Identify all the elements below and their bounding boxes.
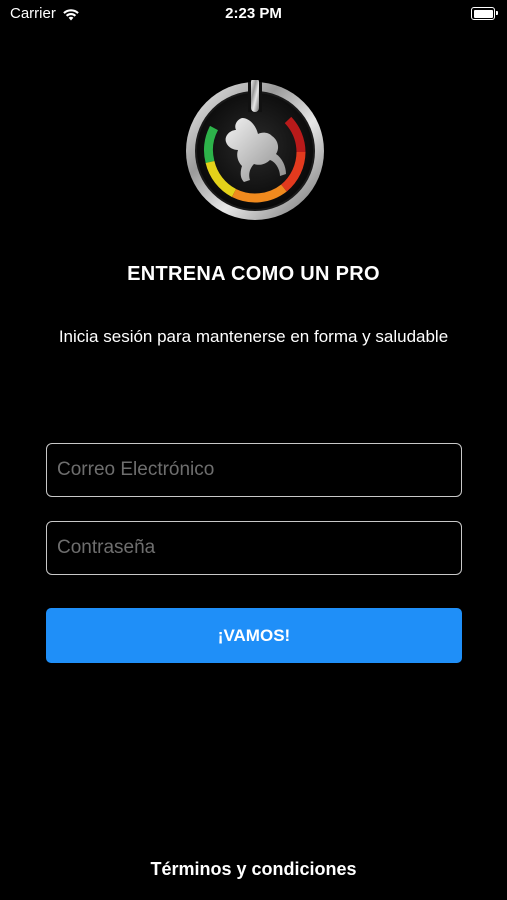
app-logo (186, 80, 324, 220)
status-time: 2:23 PM (225, 5, 282, 22)
battery-icon (471, 7, 498, 20)
ring-green (204, 125, 219, 164)
terms-link[interactable]: Términos y condiciones (0, 859, 507, 880)
email-field[interactable] (46, 443, 462, 497)
status-bar: Carrier 2:23 PM (0, 0, 507, 30)
password-field[interactable] (46, 521, 462, 575)
subtitle: Inicia sesión para mantenerse en forma y… (58, 327, 449, 346)
submit-button[interactable]: ¡VAMOS! (46, 608, 462, 663)
headline: ENTRENA COMO UN PRO (127, 263, 380, 285)
power-line (251, 80, 259, 112)
